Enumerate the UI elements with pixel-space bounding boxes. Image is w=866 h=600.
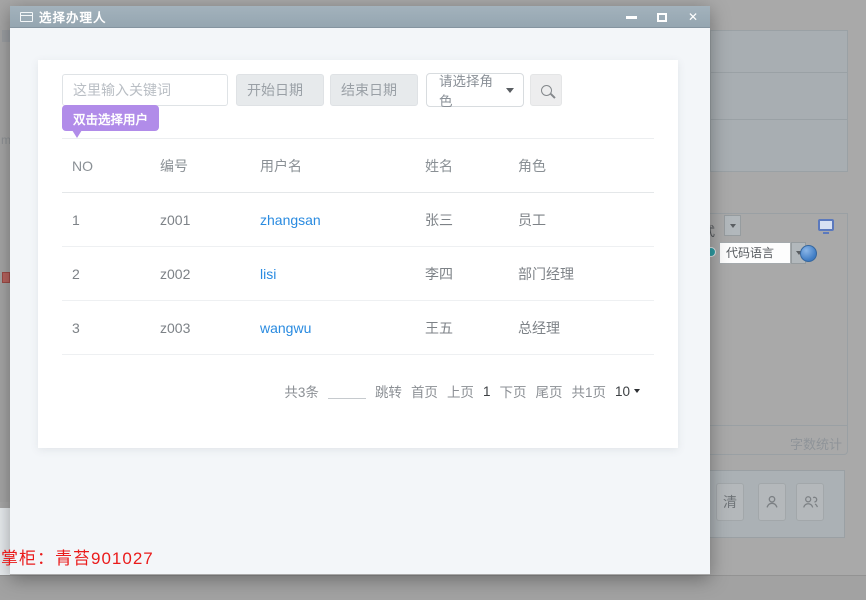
bg-left-fragment xyxy=(2,30,10,42)
cell-name: 李四 xyxy=(425,264,518,284)
total-count: 共3条 xyxy=(284,381,319,401)
tooltip-label: 双击选择用户 xyxy=(73,109,148,128)
bg-left-fragment-text: mi xyxy=(1,133,10,147)
window-controls: ✕ xyxy=(624,6,700,28)
table-header: NO 编号 用户名 姓名 角色 xyxy=(62,139,654,193)
page-size-value: 10 xyxy=(615,384,630,399)
jump-link[interactable]: 跳转 xyxy=(375,381,402,401)
header-username: 用户名 xyxy=(260,156,425,176)
role-select[interactable]: 请选择角色 xyxy=(426,73,524,107)
user-table: NO 编号 用户名 姓名 角色 1 z001 zhangsan 张三 员工 xyxy=(62,138,654,355)
bg-word-count-strip: 字数统计 xyxy=(700,425,848,455)
dialog-body: 请选择角色 双击选择用户 NO 编号 用户名 姓名 xyxy=(10,28,710,574)
maximize-button[interactable] xyxy=(655,10,669,24)
bg-monitor-icon xyxy=(818,219,834,231)
last-page-link[interactable]: 尾页 xyxy=(535,381,562,401)
minimize-icon xyxy=(626,16,637,19)
content-card: 请选择角色 双击选择用户 NO 编号 用户名 姓名 xyxy=(38,60,678,448)
double-click-tooltip: 双击选择用户 xyxy=(62,105,159,131)
next-page-link[interactable]: 下页 xyxy=(499,381,526,401)
bg-globe-icon xyxy=(800,245,817,262)
maximize-icon xyxy=(657,13,667,22)
cell-code: z003 xyxy=(160,320,260,336)
bg-clear-button: 清 xyxy=(716,483,744,521)
end-date-input[interactable] xyxy=(330,74,418,106)
dialog-titlebar: 选择办理人 ✕ xyxy=(10,6,710,28)
watermark-text: 掌柜：青苔901027 xyxy=(1,544,154,569)
prev-page-link[interactable]: 上页 xyxy=(447,381,474,401)
username-link[interactable]: lisi xyxy=(260,266,276,282)
cell-name: 王五 xyxy=(425,318,518,338)
first-page-link[interactable]: 首页 xyxy=(411,381,438,401)
cell-role: 员工 xyxy=(518,210,654,230)
bg-list-row xyxy=(710,120,848,172)
cell-name: 张三 xyxy=(425,210,518,230)
current-page: 1 xyxy=(483,384,491,399)
close-button[interactable]: ✕ xyxy=(686,10,700,24)
select-handler-dialog: 选择办理人 ✕ 请选择角色 xyxy=(10,6,710,575)
keyword-input[interactable] xyxy=(62,74,228,106)
total-pages: 共1页 xyxy=(571,381,606,401)
cell-no: 1 xyxy=(72,212,160,228)
table-row[interactable]: 2 z002 lisi 李四 部门经理 xyxy=(62,247,654,301)
header-role: 角色 xyxy=(518,156,654,176)
bg-left-red-fragment xyxy=(2,272,10,283)
chevron-down-icon xyxy=(730,224,736,228)
user-icon xyxy=(763,493,781,511)
chevron-down-icon xyxy=(506,88,514,93)
close-icon: ✕ xyxy=(688,11,698,23)
table-row[interactable]: 3 z003 wangwu 王五 总经理 xyxy=(62,301,654,355)
chevron-down-icon xyxy=(634,389,640,393)
header-name: 姓名 xyxy=(425,156,518,176)
cell-code: z002 xyxy=(160,266,260,282)
search-icon xyxy=(541,85,552,96)
cell-code: z001 xyxy=(160,212,260,228)
bg-button-panel: 清 xyxy=(709,470,845,538)
bg-user-icon-button xyxy=(758,483,786,521)
cell-role: 总经理 xyxy=(518,318,654,338)
bg-list-row xyxy=(710,30,848,73)
header-code: 编号 xyxy=(160,156,260,176)
cell-no: 2 xyxy=(72,266,160,282)
minimize-button[interactable] xyxy=(624,10,638,24)
page-size-select[interactable]: 10 xyxy=(615,384,640,399)
cell-role: 部门经理 xyxy=(518,264,654,284)
header-no: NO xyxy=(72,158,160,174)
bg-word-count-label: 字数统计 xyxy=(790,434,842,453)
window-icon xyxy=(20,12,33,22)
bg-users-icon-button xyxy=(796,483,824,521)
bg-dropdown-button xyxy=(724,215,741,236)
start-date-input[interactable] xyxy=(236,74,324,106)
username-link[interactable]: wangwu xyxy=(260,320,311,336)
pagination: 共3条 跳转 首页 上页 1 下页 尾页 共1页 10 xyxy=(284,378,640,404)
dialog-title: 选择办理人 xyxy=(39,7,107,26)
users-icon xyxy=(801,493,819,511)
bg-code-language-select: 代码语言 xyxy=(719,242,791,264)
search-button[interactable] xyxy=(530,74,562,106)
page-jump-input[interactable] xyxy=(328,383,366,399)
bg-list-row xyxy=(710,73,848,120)
username-link[interactable]: zhangsan xyxy=(260,212,321,228)
role-select-label: 请选择角色 xyxy=(439,70,506,110)
bg-bottom-bar xyxy=(0,575,866,600)
screen: 式 代码语言 字数统计 清 mi 选择办理人 xyxy=(0,0,866,600)
bg-left-strip: mi xyxy=(0,0,10,502)
cell-no: 3 xyxy=(72,320,160,336)
table-row[interactable]: 1 z001 zhangsan 张三 员工 xyxy=(62,193,654,247)
